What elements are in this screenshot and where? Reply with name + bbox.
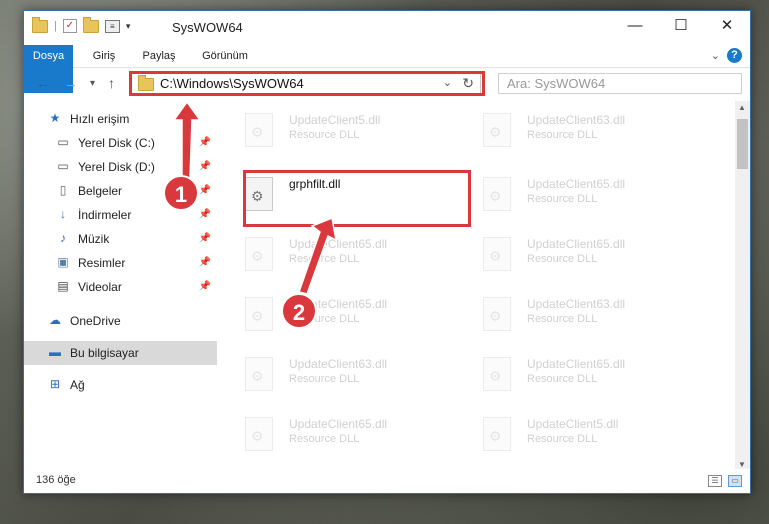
arrow-2: [298, 216, 338, 295]
arrow-1: [172, 100, 202, 179]
step-2-badge: 2: [281, 293, 317, 329]
annotation-arrows: [172, 100, 338, 295]
step-1-badge: 1: [163, 175, 199, 211]
